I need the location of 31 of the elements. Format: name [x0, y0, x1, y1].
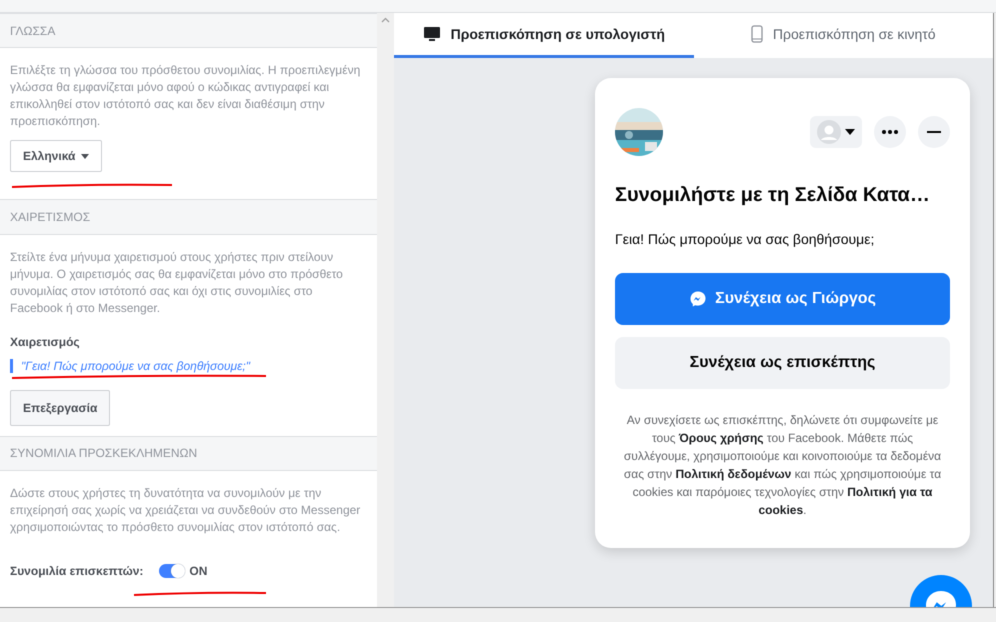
- edit-button[interactable]: Επεξεργασία: [10, 390, 110, 426]
- section-header: ΧΑΙΡΕΤΙΣΜΟΣ: [0, 199, 377, 235]
- section-header: ΓΛΩΣΣΑ: [0, 13, 377, 48]
- section-description: Στείλτε ένα μήνυμα χαιρετισμού στους χρήστες πριν στείλουν μήνυμα. Ο χαιρετισμός σας θα εμφανίζεται μόνο στο πρόσθετο συνομιλίας στον ιστότοπό σας και όχι στις συνομιλίες στο Facebook ή στο Messenger.: [10, 248, 344, 317]
- minimize-button[interactable]: [918, 116, 950, 148]
- avatar-icon: [817, 120, 841, 144]
- greeting-message: Γεια! Πώς μπορούμε να σας βοηθήσουμε;: [615, 231, 876, 247]
- chat-title: Συνομιλήστε με τη Σελίδα Κατα…: [615, 184, 931, 207]
- more-button[interactable]: [874, 116, 906, 148]
- greeting-text: "Γεια! Πώς μπορούμε να σας βοηθήσουμε;": [10, 358, 268, 373]
- more-icon: [882, 130, 898, 134]
- field-label: Συνομιλία επισκεπτών:: [10, 564, 144, 578]
- minimize-icon: [927, 131, 941, 133]
- caret-icon: [845, 129, 855, 135]
- legal-text: Αν συνεχίσετε ως επισκέπτης, δηλώνετε ότι συμφωνείτε με τους Όρους χρήσης του Facebook. Μάθετε πώς συλλέγουμε, χρησιμοποιούμε και κοινοποιούμε τα δεδομένα σας στην Πολιτική δεδομένων και πώς χρησιμοποιούμε τα cookies και παρόμοιες τεχνολογίες στην Πολιτική για τα cookies.: [622, 412, 942, 519]
- field-label: Χαιρετισμός: [10, 334, 80, 349]
- scroll-up-icon[interactable]: [381, 17, 390, 23]
- section-header: ΣΥΝΟΜΙΛΙΑ ΠΡΟΣΚΕΚΛΗΜΕΝΩΝ: [0, 436, 377, 471]
- section-description: Επιλέξτε τη γλώσσα του πρόσθετου συνομιλίας. Η προεπιλεγμένη γλώσσα θα εμφανίζεται μόνο αφού ο κώδικας αντιγραφεί και επικολληθεί στον ιστότοπό σας και δεν είναι διαθέσιμη στην προεπισκόπηση.: [10, 62, 362, 130]
- preview-tab[interactable]: Προεπισκόπηση σε υπολογιστή: [394, 13, 694, 58]
- caret-icon: [81, 154, 90, 159]
- messenger-icon: [689, 290, 708, 308]
- phone-icon: [750, 25, 763, 43]
- toggle-switch[interactable]: [159, 564, 186, 578]
- monitor-icon: [422, 26, 441, 42]
- section-description: Δώστε στους χρήστες τη δυνατότητα να συνομιλούν με την επιχείρησή σας χωρίς να χρειάζεται να συνδεθούν στο Messenger χρησιμοποιώντας το πρόσθετο συνομιλίας στον ιστότοπό σας.: [10, 484, 362, 536]
- guest-button[interactable]: Συνέχεια ως επισκέπτης: [615, 337, 950, 389]
- preview-tab[interactable]: Προεπισκόπηση σε κινητό: [694, 13, 993, 58]
- toggle-label: ON: [189, 564, 208, 578]
- language-dropdown[interactable]: Ελληνικά: [10, 140, 102, 172]
- continue-button[interactable]: Συνέχεια ως Γιώργος: [615, 273, 950, 325]
